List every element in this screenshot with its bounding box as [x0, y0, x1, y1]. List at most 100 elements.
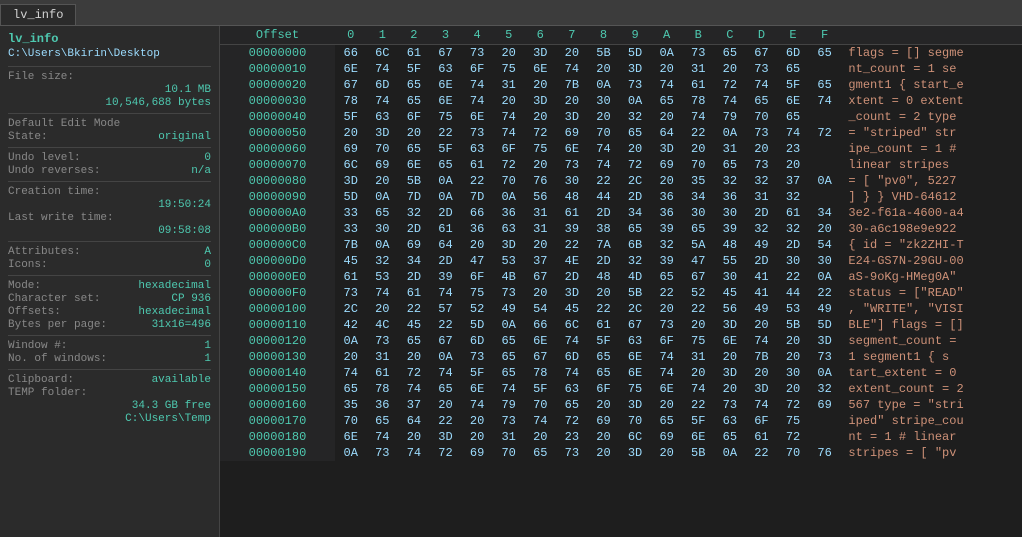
- hex-byte[interactable]: 74: [682, 381, 714, 397]
- hex-byte[interactable]: 61: [335, 269, 367, 285]
- hex-byte[interactable]: 74: [461, 77, 493, 93]
- hex-byte[interactable]: 30: [367, 221, 399, 237]
- hex-byte[interactable]: 69: [588, 413, 620, 429]
- hex-byte[interactable]: 72: [493, 157, 525, 173]
- hex-byte[interactable]: 64: [398, 413, 430, 429]
- hex-byte[interactable]: 74: [777, 125, 809, 141]
- hex-byte[interactable]: 65: [714, 45, 746, 62]
- hex-byte[interactable]: 20: [430, 397, 462, 413]
- hex-byte[interactable]: 65: [430, 157, 462, 173]
- hex-byte[interactable]: 0A: [430, 173, 462, 189]
- hex-byte[interactable]: 5F: [398, 61, 430, 77]
- hex-byte[interactable]: 6D: [461, 333, 493, 349]
- hex-byte[interactable]: 7B: [556, 77, 588, 93]
- hex-byte[interactable]: 70: [493, 445, 525, 461]
- hex-byte[interactable]: 20: [746, 365, 778, 381]
- hex-byte[interactable]: 61: [556, 205, 588, 221]
- hex-byte[interactable]: 75: [524, 141, 556, 157]
- hex-byte[interactable]: 61: [398, 285, 430, 301]
- hex-byte[interactable]: 31: [367, 349, 399, 365]
- hex-byte[interactable]: 0A: [714, 125, 746, 141]
- hex-byte[interactable]: 37: [777, 173, 809, 189]
- hex-byte[interactable]: 30: [777, 253, 809, 269]
- hex-byte[interactable]: 39: [430, 269, 462, 285]
- hex-byte[interactable]: 22: [430, 413, 462, 429]
- hex-byte[interactable]: 6D: [367, 77, 399, 93]
- hex-byte[interactable]: 31: [746, 189, 778, 205]
- hex-byte[interactable]: 74: [398, 381, 430, 397]
- hex-byte[interactable]: 75: [461, 285, 493, 301]
- hex-byte[interactable]: 32: [809, 381, 841, 397]
- hex-byte[interactable]: 3D: [619, 445, 651, 461]
- hex-byte[interactable]: 5A: [682, 237, 714, 253]
- hex-byte[interactable]: 74: [556, 333, 588, 349]
- hex-byte[interactable]: 20: [682, 365, 714, 381]
- hex-byte[interactable]: 4B: [493, 269, 525, 285]
- hex-byte[interactable]: 22: [461, 173, 493, 189]
- hex-byte[interactable]: 70: [493, 173, 525, 189]
- hex-byte[interactable]: 20: [746, 317, 778, 333]
- hex-byte[interactable]: 6E: [777, 93, 809, 109]
- hex-byte[interactable]: 6C: [367, 45, 399, 62]
- hex-area[interactable]: Offset 0 1 2 3 4 5 6 7 8 9 A B C D E F: [220, 26, 1022, 537]
- hex-byte[interactable]: 7A: [588, 237, 620, 253]
- hex-byte[interactable]: 0A: [619, 93, 651, 109]
- hex-byte[interactable]: 37: [524, 253, 556, 269]
- hex-byte[interactable]: 74: [746, 397, 778, 413]
- hex-byte[interactable]: 57: [430, 301, 462, 317]
- hex-byte[interactable]: 41: [746, 285, 778, 301]
- hex-byte[interactable]: 34: [619, 205, 651, 221]
- hex-byte[interactable]: 4C: [367, 317, 399, 333]
- hex-byte[interactable]: 20: [651, 301, 683, 317]
- hex-byte[interactable]: 22: [809, 285, 841, 301]
- hex-byte[interactable]: 69: [809, 397, 841, 413]
- hex-byte[interactable]: 3D: [430, 429, 462, 445]
- hex-byte[interactable]: 74: [524, 413, 556, 429]
- hex-byte[interactable]: 31: [714, 141, 746, 157]
- hex-byte[interactable]: 63: [556, 381, 588, 397]
- hex-byte[interactable]: 75: [777, 413, 809, 429]
- hex-byte[interactable]: 74: [588, 157, 620, 173]
- hex-byte[interactable]: 6E: [430, 77, 462, 93]
- hex-byte[interactable]: 6E: [682, 429, 714, 445]
- hex-byte[interactable]: 6E: [430, 93, 462, 109]
- hex-byte[interactable]: 65: [651, 413, 683, 429]
- hex-byte[interactable]: 0A: [588, 77, 620, 93]
- hex-byte[interactable]: 6E: [524, 61, 556, 77]
- hex-byte[interactable]: 3D: [746, 381, 778, 397]
- hex-byte[interactable]: 2D: [777, 237, 809, 253]
- hex-byte[interactable]: 32: [746, 173, 778, 189]
- hex-byte[interactable]: 30: [777, 365, 809, 381]
- hex-byte[interactable]: 74: [398, 445, 430, 461]
- hex-byte[interactable]: 74: [430, 365, 462, 381]
- hex-byte[interactable]: 20: [651, 109, 683, 125]
- hex-byte[interactable]: 20: [398, 429, 430, 445]
- hex-byte[interactable]: 63: [619, 333, 651, 349]
- hex-byte[interactable]: 63: [367, 109, 399, 125]
- hex-byte[interactable]: 45: [556, 301, 588, 317]
- hex-byte[interactable]: 22: [651, 285, 683, 301]
- hex-byte[interactable]: 6F: [746, 413, 778, 429]
- hex-byte[interactable]: 70: [619, 413, 651, 429]
- hex-byte[interactable]: 73: [651, 317, 683, 333]
- hex-byte[interactable]: 73: [746, 125, 778, 141]
- hex-byte[interactable]: 22: [746, 445, 778, 461]
- hex-byte[interactable]: 20: [335, 349, 367, 365]
- hex-byte[interactable]: 41: [746, 269, 778, 285]
- hex-byte[interactable]: 3D: [524, 45, 556, 62]
- hex-byte[interactable]: 72: [556, 413, 588, 429]
- hex-byte[interactable]: 73: [682, 45, 714, 62]
- hex-byte[interactable]: 65: [398, 77, 430, 93]
- hex-byte[interactable]: 3D: [714, 365, 746, 381]
- hex-byte[interactable]: 73: [493, 413, 525, 429]
- hex-byte[interactable]: 70: [335, 413, 367, 429]
- hex-byte[interactable]: 53: [367, 269, 399, 285]
- hex-byte[interactable]: 32: [777, 221, 809, 237]
- hex-byte[interactable]: 78: [682, 93, 714, 109]
- hex-byte[interactable]: 20: [524, 109, 556, 125]
- hex-byte[interactable]: 22: [556, 237, 588, 253]
- hex-byte[interactable]: 31: [493, 77, 525, 93]
- hex-byte[interactable]: 6D: [777, 45, 809, 62]
- hex-byte[interactable]: 65: [335, 381, 367, 397]
- hex-byte[interactable]: 2D: [430, 253, 462, 269]
